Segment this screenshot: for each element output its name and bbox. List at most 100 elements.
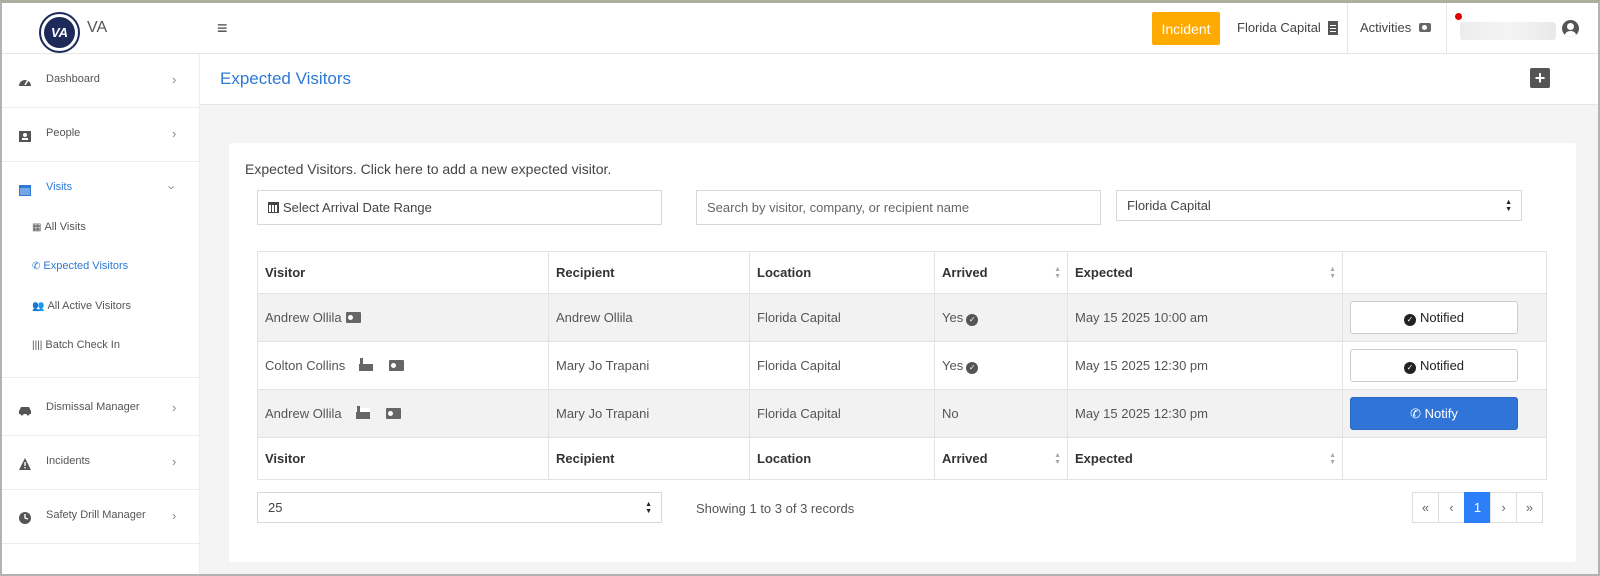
sidebar-item-visits[interactable]: Visits › ▦ All Visits ✆ Expected Visitors … [2,162,200,378]
col-action [1342,437,1547,480]
visitor-cell: Colton Collins [257,341,549,390]
subnav-label: All Visits [44,221,86,233]
visitor-name[interactable]: Andrew Ollila [265,310,342,325]
expected-cell: May 15 2025 12:30 pm [1067,341,1343,390]
sidebar-item-label: People [46,127,81,139]
location-select[interactable]: Florida Capital ▲ ▼ [1116,190,1522,221]
col-arrived-label: Arrived [942,265,988,280]
sidebar-item-dismissal-manager[interactable]: Dismissal Manager › [2,382,200,436]
col-expected-label: Expected [1075,265,1133,280]
user-name-redacted[interactable] [1460,22,1556,40]
notified-button[interactable]: ✓ Notified [1350,301,1518,334]
sidebar-item-incidents[interactable]: Incidents › [2,436,200,490]
col-location[interactable]: Location [749,437,935,480]
sort-icon[interactable]: ▲ ▼ [1054,452,1061,466]
col-expected[interactable]: Expected ▲ ▼ [1067,251,1343,294]
table-row: Andrew Ollila Andrew Ollila Florida Capi… [257,293,1547,342]
page-first-button[interactable]: « [1412,492,1439,523]
expected-cell: May 15 2025 12:30 pm [1067,389,1343,438]
expected-visitors-table: Visitor Recipient Location Arrived ▲ ▼ Exp… [257,251,1547,480]
table-row: Andrew Ollila Mary Jo Trapani Florida Ca… [257,389,1547,438]
camera-icon[interactable] [1419,23,1431,32]
sort-icon[interactable]: ▲ ▼ [1329,452,1336,466]
col-arrived[interactable]: Arrived ▲ ▼ [934,251,1068,294]
sidebar-item-safety-drill-manager[interactable]: Safety Drill Manager › [2,490,200,544]
col-arrived[interactable]: Arrived ▲ ▼ [934,437,1068,480]
calendar-icon [268,202,279,213]
arrived-value: Yes [942,309,964,325]
divider [1446,3,1447,54]
notified-label: Notified [1419,309,1465,325]
sidebar-item-label: Dashboard [46,73,100,85]
id-card-icon[interactable] [385,408,401,419]
notify-button[interactable]: ✆ Notify [1350,397,1518,430]
table-header-row: Visitor Recipient Location Arrived ▲ ▼ Exp… [257,251,1547,294]
id-badge-icon [19,131,31,142]
sidebar-item-label: Visits [46,181,73,193]
recipient-cell: Mary Jo Trapani [548,341,750,390]
subnav-batch-check-in[interactable]: |||| Batch Check In [32,339,120,359]
chevron-right-icon: › [172,454,177,469]
page-size-select[interactable]: 25 ▲ ▼ [257,492,662,523]
notified-button[interactable]: ✓ Notified [1350,349,1518,382]
col-visitor[interactable]: Visitor [257,251,549,294]
add-expected-visitor-link[interactable]: Expected Visitors. Click here to add a n… [245,161,611,177]
arrived-cell: Yes ✓ [934,341,1068,390]
date-range-picker[interactable]: Select Arrival Date Range [257,190,662,225]
add-visitor-button[interactable]: + [1530,68,1550,88]
logo[interactable]: VA [39,12,80,53]
incident-button[interactable]: Incident [1152,12,1220,45]
app-window: VA VA ≡ Incident Florida Capital Activit… [0,0,1600,576]
col-recipient[interactable]: Recipient [548,437,750,480]
warning-icon [19,458,31,470]
sort-icon[interactable]: ▲ ▼ [1054,266,1061,280]
menu-toggle-icon[interactable]: ≡ [217,19,233,37]
chevron-right-icon: › [172,126,177,141]
notify-label: Notify [1424,405,1458,421]
records-summary: Showing 1 to 3 of 3 records [696,501,855,516]
page-next-button[interactable]: › [1490,492,1517,523]
sidebar-item-people[interactable]: People › [2,108,200,162]
subnav-label: All Active Visitors [47,300,132,312]
activities-link[interactable]: Activities [1360,20,1411,35]
sidebar-item-label: Safety Drill Manager [46,509,146,521]
page-last-button[interactable]: » [1516,492,1543,523]
col-location[interactable]: Location [749,251,935,294]
id-card-icon[interactable] [389,360,405,371]
clock-icon [19,512,31,524]
col-arrived-label: Arrived [942,451,988,466]
building-icon[interactable] [1328,21,1338,35]
pagination: « ‹ 1 › » [1412,492,1543,523]
user-avatar-icon[interactable] [1562,20,1579,37]
subnav-label: Expected Visitors [43,260,129,272]
subnav-all-visits[interactable]: ▦ All Visits [32,221,86,241]
calendar-icon: ▦ [32,222,42,233]
col-visitor[interactable]: Visitor [257,437,549,480]
subnav-all-active-visitors[interactable]: 👥 All Active Visitors [32,300,131,320]
sidebar-item-label: Incidents [46,455,91,467]
col-expected[interactable]: Expected ▲ ▼ [1067,437,1343,480]
phone-icon: ✆ [32,261,41,272]
visitor-name[interactable]: Colton Collins [265,358,345,373]
page-prev-button[interactable]: ‹ [1438,492,1465,523]
search-input[interactable] [696,190,1101,225]
id-card-icon[interactable] [345,312,361,323]
action-cell: ✆ Notify [1342,389,1547,438]
page-title: Expected Visitors [220,69,352,88]
chevron-right-icon: › [172,508,177,523]
page-current-button[interactable]: 1 [1464,492,1491,523]
table-footer-row: Visitor Recipient Location Arrived ▲ ▼ Exp… [257,437,1547,480]
location-selector-label[interactable]: Florida Capital [1237,20,1321,35]
notification-dot [1455,13,1462,20]
subnav-expected-visitors[interactable]: ✆ Expected Visitors [32,260,128,280]
visitor-name[interactable]: Andrew Ollila [265,406,342,421]
col-recipient[interactable]: Recipient [548,251,750,294]
industry-icon[interactable] [359,358,374,371]
recipient-cell: Mary Jo Trapani [548,389,750,438]
location-cell: Florida Capital [749,389,935,438]
sidebar-item-dashboard[interactable]: Dashboard › [2,54,200,108]
industry-icon[interactable] [355,406,370,419]
phone-icon: ✆ [1410,405,1425,421]
barcode-icon: |||| [32,340,43,351]
sort-icon[interactable]: ▲ ▼ [1329,266,1336,280]
